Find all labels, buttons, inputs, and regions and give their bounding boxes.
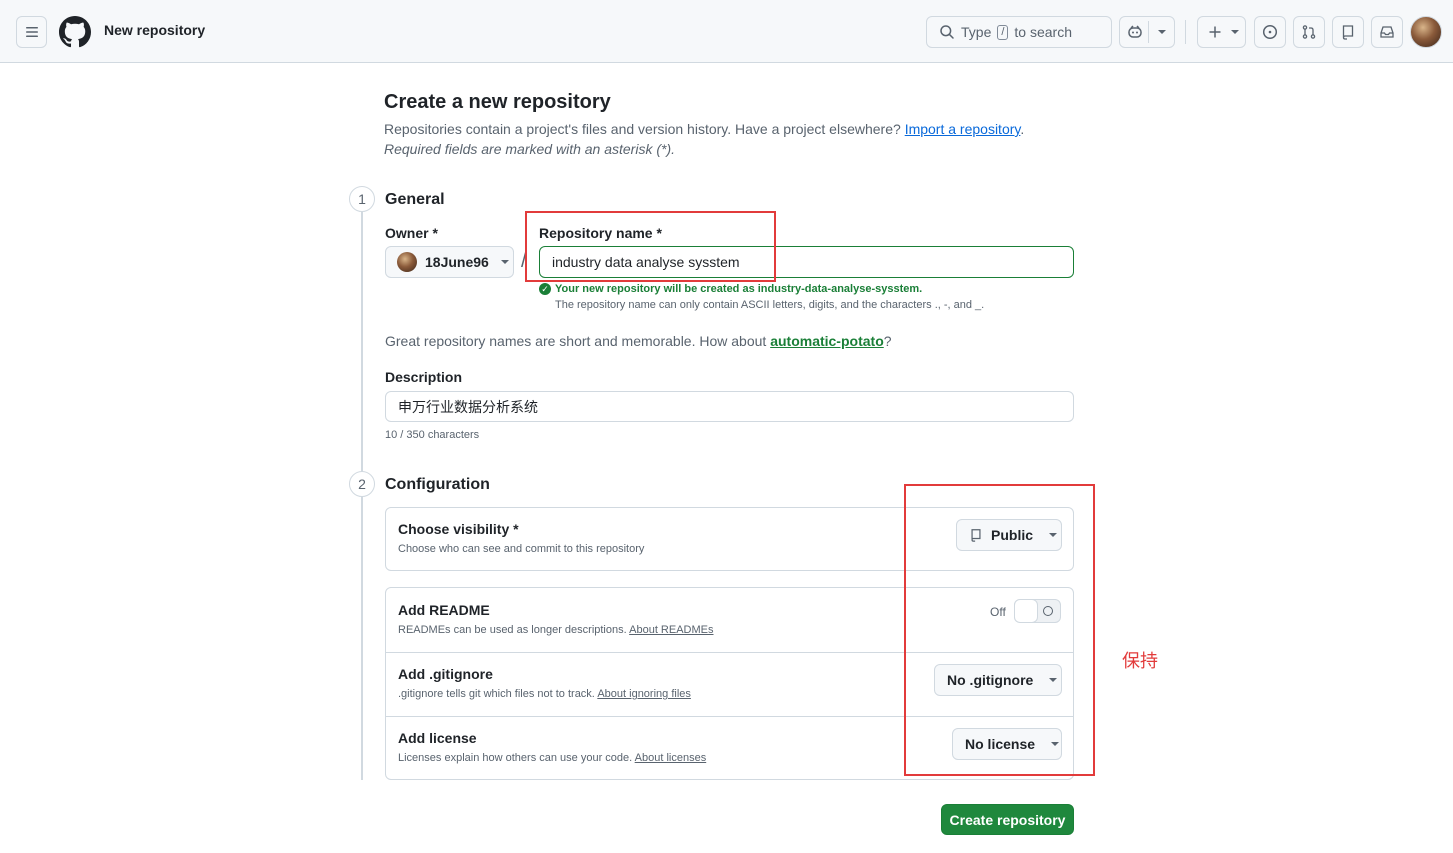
inbox-icon — [1380, 26, 1394, 38]
license-select[interactable]: No license — [952, 728, 1062, 760]
subtitle-end: . — [1020, 121, 1025, 137]
repository-name-valid-message: ✓ Your new repository will be created as… — [539, 283, 922, 295]
valid-message-text: Your new repository will be created as i… — [555, 283, 923, 295]
repositories-button[interactable] — [1332, 16, 1364, 48]
chevron-down-icon — [1231, 30, 1239, 34]
description-char-count: 10 / 350 characters — [385, 429, 480, 441]
owner-value: 18June96 — [425, 254, 489, 270]
visibility-description: Choose who can see and commit to this re… — [398, 543, 645, 555]
license-row: Add license Licenses explain how others … — [386, 717, 1073, 780]
search-suffix: to search — [1014, 24, 1073, 40]
visibility-select[interactable]: Public — [956, 519, 1062, 551]
header-separator — [1185, 20, 1186, 44]
step-number-configuration: 2 — [349, 471, 375, 497]
about-licenses-link[interactable]: About licenses — [635, 752, 707, 764]
chevron-down-icon — [1049, 533, 1058, 537]
create-repository-button[interactable]: Create repository — [941, 804, 1074, 835]
readme-toggle-label: Off — [990, 605, 1006, 619]
chevron-down-icon — [500, 260, 509, 264]
hamburger-icon — [25, 27, 38, 37]
repository-name-hint: The repository name can only contain ASC… — [555, 299, 985, 311]
description-label: Description — [385, 369, 463, 385]
readme-desc-text: READMEs can be used as longer descriptio… — [398, 624, 627, 636]
visibility-box: Choose visibility * Choose who can see a… — [385, 507, 1074, 571]
create-new-button[interactable] — [1197, 16, 1246, 48]
owner-avatar — [397, 252, 417, 272]
chevron-down-icon[interactable] — [1158, 30, 1166, 34]
repository-options-box: Add README READMEs can be used as longer… — [385, 587, 1074, 780]
inbox-button[interactable] — [1371, 16, 1403, 48]
repository-name-input[interactable]: industry data analyse sysstem — [539, 246, 1074, 278]
description-input[interactable]: 申万行业数据分析系统 — [385, 391, 1074, 422]
issues-button[interactable] — [1254, 16, 1286, 48]
readme-toggle[interactable] — [1014, 599, 1061, 623]
owner-select[interactable]: 18June96 — [385, 246, 514, 278]
github-logo-icon[interactable] — [59, 16, 91, 48]
readme-description: READMEs can be used as longer descriptio… — [398, 624, 714, 636]
suggested-name-link[interactable]: automatic-potato — [770, 333, 884, 349]
page-title: Create a new repository — [384, 91, 611, 113]
chevron-down-icon — [1051, 742, 1060, 746]
suggestion-suffix: ? — [883, 333, 892, 349]
issue-opened-icon — [1262, 24, 1278, 40]
step-number-general: 1 — [349, 186, 375, 212]
search-prefix: Type — [961, 24, 992, 40]
readme-title: Add README — [398, 602, 490, 618]
gitignore-select[interactable]: No .gitignore — [934, 664, 1062, 696]
about-readmes-link[interactable]: About READMEs — [629, 624, 713, 636]
toggle-off-icon — [1043, 606, 1053, 616]
annotation-text: 保持 — [1122, 651, 1158, 672]
suggestion-prefix: Great repository names are short and mem… — [385, 333, 767, 349]
user-avatar[interactable] — [1410, 16, 1442, 48]
plus-icon — [1209, 26, 1221, 38]
global-header: New repository Type / to search — [0, 0, 1453, 63]
required-fields-note: Required fields are marked with an aster… — [384, 141, 676, 157]
gitignore-value: No .gitignore — [947, 672, 1034, 688]
git-pull-request-icon — [1302, 25, 1316, 39]
search-shortcut-key: / — [997, 24, 1009, 40]
import-repository-link[interactable]: Import a repository — [905, 121, 1021, 137]
license-title: Add license — [398, 730, 477, 746]
pull-requests-button[interactable] — [1293, 16, 1325, 48]
copilot-button[interactable] — [1119, 16, 1175, 48]
license-desc-text: Licenses explain how others can use your… — [398, 752, 633, 764]
page-subtitle: Repositories contain a project's files a… — [384, 121, 1024, 137]
check-circle-icon: ✓ — [539, 283, 551, 295]
toggle-knob — [1014, 599, 1038, 623]
subtitle-text: Repositories contain a project's files a… — [384, 121, 901, 137]
search-input[interactable]: Type / to search — [926, 16, 1112, 48]
visibility-value: Public — [991, 527, 1034, 543]
context-title: New repository — [104, 22, 206, 38]
chevron-down-icon — [1049, 678, 1058, 682]
hamburger-menu-button[interactable] — [16, 16, 47, 48]
gitignore-desc-text: .gitignore tells git which files not to … — [398, 688, 595, 700]
repository-name-label: Repository name * — [539, 225, 662, 241]
owner-repo-separator: / — [521, 250, 527, 272]
visibility-title: Choose visibility * — [398, 521, 519, 537]
name-suggestion: Great repository names are short and mem… — [385, 333, 892, 349]
gitignore-description: .gitignore tells git which files not to … — [398, 688, 691, 700]
repo-icon — [1342, 25, 1354, 40]
owner-label: Owner * — [385, 225, 438, 241]
repo-icon — [971, 529, 981, 542]
readme-row: Add README READMEs can be used as longer… — [386, 588, 1073, 652]
section-title-configuration: Configuration — [385, 476, 490, 493]
license-description: Licenses explain how others can use your… — [398, 752, 706, 764]
about-ignoring-files-link[interactable]: About ignoring files — [597, 688, 691, 700]
search-icon — [940, 25, 954, 39]
copilot-icon — [1128, 25, 1142, 38]
gitignore-row: Add .gitignore .gitignore tells git whic… — [386, 653, 1073, 717]
gitignore-title: Add .gitignore — [398, 666, 493, 682]
license-value: No license — [965, 736, 1036, 752]
section-title-general: General — [385, 191, 445, 208]
